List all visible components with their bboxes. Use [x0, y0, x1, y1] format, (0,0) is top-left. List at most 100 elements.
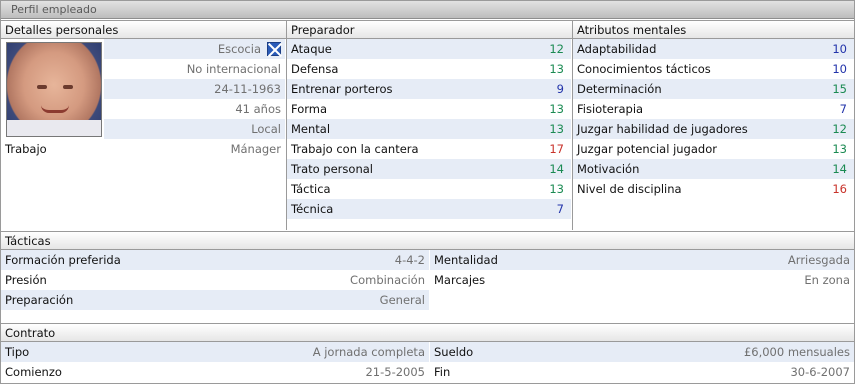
coach-header: Preparador — [286, 20, 572, 39]
start-date-label: Comienzo — [5, 365, 62, 379]
attribute-label: Determinación — [577, 82, 662, 96]
formation-label: Formación preferida — [5, 253, 121, 267]
attribute-label: Trabajo con la cantera — [291, 142, 419, 156]
international-row: No internacional — [104, 59, 285, 79]
status-row: Local — [104, 119, 285, 139]
attribute-value: 9 — [556, 82, 564, 96]
job-value: Mánager — [230, 142, 281, 156]
attribute-label: Juzgar habilidad de jugadores — [577, 122, 748, 136]
coach-attribute-row: Defensa 13 — [287, 59, 571, 79]
attribute-value: 16 — [832, 182, 847, 196]
window-title: Perfil empleado — [1, 1, 854, 19]
contract-type-value: A jornada completa — [312, 345, 425, 359]
start-date-row: Comienzo 21-5-2005 — [1, 362, 429, 382]
attribute-label: Mental — [291, 122, 331, 136]
contract-header: Contrato — [1, 323, 854, 342]
attribute-label: Ataque — [291, 42, 332, 56]
mentality-label: Mentalidad — [434, 253, 498, 267]
mental-attribute-row: Adaptabilidad 10 — [573, 39, 854, 59]
coach-attribute-row: Táctica 13 — [287, 179, 571, 199]
marking-row: Marcajes En zona — [430, 270, 854, 290]
nationality-row: Escocia — [104, 39, 285, 59]
coach-attribute-row: Trato personal 14 — [287, 159, 571, 179]
scotland-flag-icon — [267, 42, 281, 56]
attribute-value: 13 — [549, 102, 564, 116]
attribute-value: 14 — [832, 162, 847, 176]
pressing-row: Presión Combinación — [1, 270, 429, 290]
age-value: 41 años — [235, 102, 281, 116]
attribute-label: Conocimientos tácticos — [577, 62, 711, 76]
start-date-value: 21-5-2005 — [365, 365, 425, 379]
employee-profile-window: Perfil empleado Detalles personales Prep… — [0, 0, 855, 384]
job-label: Trabajo — [5, 142, 47, 156]
attribute-value: 13 — [832, 142, 847, 156]
end-date-row: Fin 30-6-2007 — [430, 362, 854, 382]
coach-attribute-row: Técnica 7 — [287, 199, 571, 219]
attribute-value: 12 — [549, 42, 564, 56]
attribute-label: Juzgar potencial jugador — [577, 142, 717, 156]
attribute-label: Táctica — [291, 182, 331, 196]
end-date-value: 30-6-2007 — [790, 365, 850, 379]
attribute-value: 13 — [549, 122, 564, 136]
formation-row: Formación preferida 4-4-2 — [1, 250, 429, 270]
contract-type-label: Tipo — [5, 345, 30, 359]
attribute-value: 7 — [556, 202, 564, 216]
mental-attribute-row: Conocimientos tácticos 10 — [573, 59, 854, 79]
attribute-label: Nivel de disciplina — [577, 182, 682, 196]
marking-value: En zona — [804, 273, 850, 287]
attribute-value: 17 — [549, 142, 564, 156]
training-row: Preparación General — [1, 290, 429, 310]
employee-photo — [6, 42, 102, 137]
mental-attribute-row: Nivel de disciplina 16 — [573, 179, 854, 199]
age-row: 41 años — [104, 99, 285, 119]
coach-attribute-row: Mental 13 — [287, 119, 571, 139]
attribute-label: Motivación — [577, 162, 640, 176]
attribute-value: 15 — [832, 82, 847, 96]
mental-attribute-row: Juzgar potencial jugador 13 — [573, 139, 854, 159]
attribute-value: 10 — [832, 62, 847, 76]
attribute-label: Forma — [291, 102, 328, 116]
tactics-header: Tácticas — [1, 231, 854, 250]
attribute-value: 7 — [839, 102, 847, 116]
mental-attributes-header: Atributos mentales — [572, 20, 854, 39]
attribute-label: Adaptabilidad — [577, 42, 657, 56]
birthdate-row: 24-11-1963 — [104, 79, 285, 99]
mental-attribute-row: Juzgar habilidad de jugadores 12 — [573, 119, 854, 139]
end-date-label: Fin — [434, 365, 451, 379]
training-label: Preparación — [5, 293, 74, 307]
attribute-value: 13 — [549, 62, 564, 76]
attribute-value: 12 — [832, 122, 847, 136]
job-row: Trabajo Mánager — [1, 139, 285, 159]
personal-details-header: Detalles personales — [1, 20, 286, 39]
attribute-value: 14 — [549, 162, 564, 176]
mental-attribute-row: Motivación 14 — [573, 159, 854, 179]
pressing-label: Presión — [5, 273, 47, 287]
birthdate-value: 24-11-1963 — [214, 82, 281, 96]
attribute-label: Entrenar porteros — [291, 82, 393, 96]
coach-attribute-row: Trabajo con la cantera 17 — [287, 139, 571, 159]
mental-attribute-row: Fisioterapia 7 — [573, 99, 854, 119]
mental-attribute-row: Determinación 15 — [573, 79, 854, 99]
attribute-label: Técnica — [291, 202, 334, 216]
attribute-label: Fisioterapia — [577, 102, 644, 116]
wage-label: Sueldo — [434, 345, 474, 359]
attribute-label: Defensa — [291, 62, 339, 76]
nationality-value: Escocia — [217, 42, 261, 56]
status-value: Local — [251, 122, 281, 136]
coach-attribute-row: Ataque 12 — [287, 39, 571, 59]
pressing-value: Combinación — [350, 273, 425, 287]
attribute-value: 10 — [832, 42, 847, 56]
wage-value: £6,000 mensuales — [743, 345, 850, 359]
contract-type-row: Tipo A jornada completa — [1, 342, 429, 362]
coach-attribute-row: Forma 13 — [287, 99, 571, 119]
wage-row: Sueldo £6,000 mensuales — [430, 342, 854, 362]
marking-label: Marcajes — [434, 273, 486, 287]
mentality-value: Arriesgada — [787, 253, 850, 267]
attribute-value: 13 — [549, 182, 564, 196]
formation-value: 4-4-2 — [394, 253, 425, 267]
international-status: No internacional — [186, 62, 281, 76]
coach-attribute-row: Entrenar porteros 9 — [287, 79, 571, 99]
training-value: General — [379, 293, 425, 307]
mentality-row: Mentalidad Arriesgada — [430, 250, 854, 270]
attribute-label: Trato personal — [291, 162, 373, 176]
